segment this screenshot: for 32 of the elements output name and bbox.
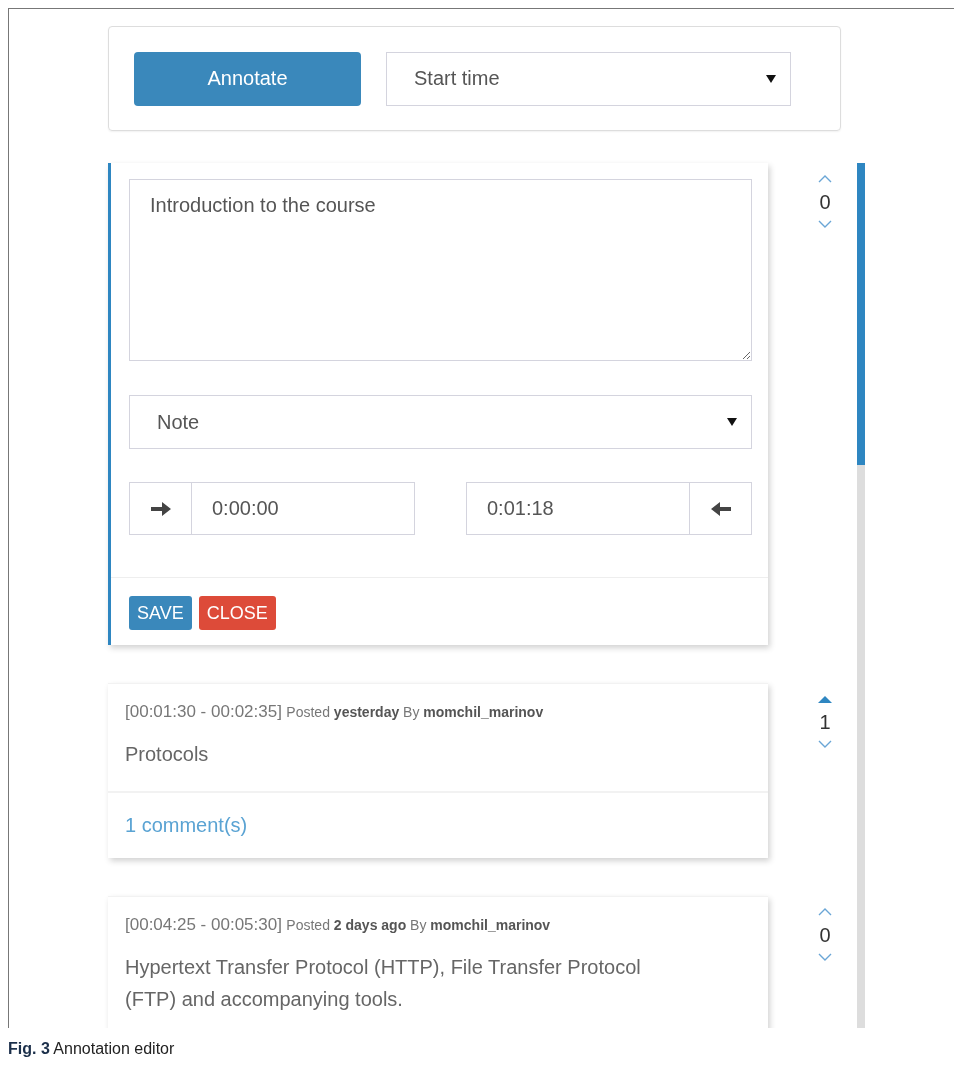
posted-info: Posted yesterday By momchil_marinov [286,704,544,720]
time-range: [00:01:30 - 00:02:35] [125,702,282,721]
caret-icon [766,74,776,83]
annotation-text-area[interactable]: Introduction to the course [129,179,752,361]
up-chevron-icon[interactable] [818,175,832,183]
set-end-button[interactable] [689,482,752,535]
type-select[interactable]: Note [129,395,752,449]
down-chevron-icon[interactable] [818,220,832,228]
down-chevron-icon[interactable] [818,740,832,748]
set-start-button[interactable] [129,482,192,535]
time-range: [00:04:25 - 00:05:30] [125,915,282,934]
figure-caption: Fig. 3 Annotation editor [8,1040,176,1058]
up-triangle-icon[interactable] [818,695,832,703]
end-time-field[interactable]: 0:01:18 [466,482,689,535]
save-button[interactable]: SAVE [129,596,192,630]
start-time-field[interactable]: 0:00:00 [192,482,415,535]
scrollbar-thumb[interactable] [857,163,865,465]
sort-select[interactable]: Start time [386,51,791,106]
up-chevron-icon[interactable] [818,908,832,916]
annotation-text: Hypertext Transfer Protocol (HTTP), File Transfer Protocol (FTP) and accompanying tools. [125,955,642,1012]
annotate-button[interactable]: Annotate [134,51,361,106]
annotation-text: Protocols [125,742,210,767]
right-arrow-icon [150,501,171,516]
caret-icon [727,418,737,426]
posted-info: Posted 2 days ago By momchil_marinov [286,917,551,933]
scrollbar[interactable] [857,163,865,1028]
vote-count: 1 [819,711,831,733]
close-button[interactable]: CLOSE [198,596,276,630]
left-arrow-icon [710,501,731,516]
down-chevron-icon[interactable] [818,953,832,961]
vote-count: 0 [819,924,831,946]
vote-count: 0 [819,191,831,213]
